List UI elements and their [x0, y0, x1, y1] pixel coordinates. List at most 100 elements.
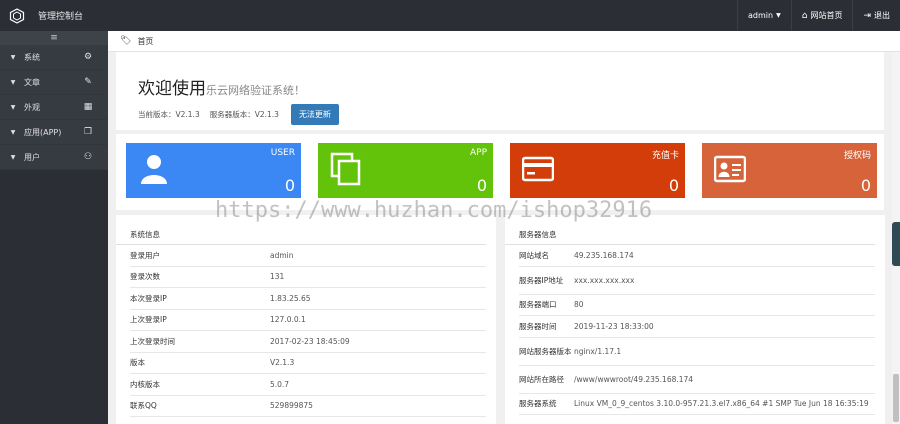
info-value: nginx/1.17.1: [574, 346, 622, 356]
edit-icon: ✎: [84, 77, 92, 87]
users-icon: ⚇: [83, 152, 93, 162]
sidebar-item-label: 文章: [24, 77, 40, 87]
info-key: 登录次数: [130, 272, 160, 282]
table-row: 登录用户 admin: [130, 245, 486, 267]
caret-down-icon: ▼: [10, 103, 16, 111]
info-value: xxx.xxx.xxx.xxx: [574, 275, 635, 285]
server-version: 服务器版本：V2.1.3: [209, 110, 279, 119]
info-value: 2017-02-23 18:45:09: [270, 336, 350, 346]
info-key: 网站域名: [519, 250, 549, 260]
sidebar: ≡ ▼ 系统 ⚙ ▼ 文章 ✎ ▼ 外观 ▦ ▼ 应用(APP) ❐ ▼ 用户 …: [0, 31, 108, 424]
credit-card-icon: [522, 156, 554, 182]
sidebar-item-appearance[interactable]: ▼ 外观 ▦: [0, 95, 108, 120]
info-key: 登录用户: [130, 250, 160, 260]
stat-card-value: 0: [284, 176, 295, 195]
table-row: 服务器端口 80: [519, 295, 875, 316]
info-key: 服务器IP地址: [519, 275, 564, 285]
caret-down-icon: ▼: [10, 153, 16, 161]
stat-card-recharge[interactable]: 充值卡 0: [510, 143, 685, 198]
caret-down-icon: ▼: [10, 128, 16, 136]
info-value: Linux VM_0_9_centos 3.10.0-957.21.3.el7.…: [574, 399, 869, 409]
info-value: 5.0.7: [270, 379, 290, 389]
user-menu[interactable]: admin ▼: [737, 0, 791, 31]
scrollbar-thumb[interactable]: [893, 374, 899, 422]
sidebar-item-label: 应用(APP): [24, 127, 62, 137]
page-title: 欢迎使用乐云网络验证系统！: [138, 74, 305, 99]
current-version: 当前版本：V2.1.3: [138, 110, 200, 119]
info-value: 127.0.0.1: [270, 315, 306, 325]
logout-icon: ⇥: [863, 10, 871, 21]
info-value: 529899875: [270, 401, 313, 411]
table-row: 网站所在路径/www/wwwroot/49.235.168.174: [519, 366, 875, 394]
main-content: 欢迎使用乐云网络验证系统！ 当前版本：V2.1.3 服务器版本：V2.1.3 无…: [108, 52, 892, 424]
stat-card-name: USER: [270, 148, 295, 158]
logout-link[interactable]: ⇥ 退出: [852, 0, 900, 31]
welcome-subtitle: 乐云网络验证系统！: [206, 84, 305, 97]
info-key: 联系QQ: [130, 401, 157, 411]
table-row: 版本 V2.1.3: [130, 353, 486, 374]
info-key: 内核版本: [130, 379, 160, 389]
caret-down-icon: ▼: [10, 53, 16, 61]
info-key: 服务器端口: [519, 300, 557, 310]
stat-card-value: 0: [860, 176, 871, 195]
id-card-icon: [714, 155, 746, 183]
table-row: 服务器时间 2019-11-23 18:33:00: [519, 316, 875, 338]
stat-card-value: 0: [668, 176, 679, 195]
user-icon: [141, 155, 167, 184]
sidebar-item-label: 用户: [24, 152, 40, 162]
stat-card-value: 0: [476, 176, 487, 195]
stat-card-user[interactable]: USER 0: [126, 143, 301, 198]
sidebar-item-label: 系统: [24, 52, 40, 62]
welcome-panel: 欢迎使用乐云网络验证系统！ 当前版本：V2.1.3 服务器版本：V2.1.3 无…: [116, 52, 884, 130]
info-key: 网站服务器版本: [519, 346, 572, 356]
info-key: 版本: [130, 358, 145, 368]
breadcrumb-home[interactable]: 首页: [137, 36, 153, 47]
table-row: 内核版本 5.0.7: [130, 374, 486, 396]
table-row: 服务器系统 Linux VM_0_9_centos 3.10.0-957.21.3…: [519, 394, 875, 415]
server-info-panel: 服务器信息 网站域名 49.235.168.174 服务器IP地址 xxx.xxx.…: [505, 215, 885, 424]
update-button[interactable]: 无法更新: [290, 104, 339, 125]
tag-icon: 🏷: [120, 36, 132, 46]
info-key: 网站所在路径: [519, 374, 564, 384]
brand-title: 管理控制台: [38, 12, 84, 22]
system-info-panel: 系统信息 登录用户 admin 登录次数 131 本次登录IP 1.83.25.65 …: [116, 215, 496, 424]
copy-icon: [330, 152, 361, 186]
stat-card-authcode[interactable]: 授权码 0: [702, 143, 877, 198]
site-home-label: 网站首页: [810, 11, 843, 20]
user-menu-label: admin: [748, 11, 774, 20]
caret-down-icon: ▼: [10, 78, 16, 86]
table-row: 上次登录IP 127.0.0.1: [130, 310, 486, 331]
info-key: 服务器系统: [519, 399, 557, 409]
watermark: https://www.huzhan.com/ishop32916: [215, 198, 653, 223]
copy-icon: ❐: [83, 127, 93, 137]
info-value: 49.235.168.174: [574, 250, 634, 260]
version-line: 当前版本：V2.1.3 服务器版本：V2.1.3 无法更新: [138, 104, 339, 125]
table-row: 上次登录时间 2017-02-23 18:45:09: [130, 331, 486, 353]
sidebar-toggle[interactable]: ≡: [0, 31, 108, 45]
info-value: 2019-11-23 18:33:00: [574, 321, 654, 331]
info-value: 131: [270, 272, 285, 282]
gear-icon: ⚙: [83, 52, 93, 62]
sidebar-item-articles[interactable]: ▼ 文章 ✎: [0, 70, 108, 95]
logo-icon[interactable]: [4, 0, 30, 31]
sidebar-item-label: 外观: [24, 102, 40, 112]
welcome-title: 欢迎使用: [138, 79, 206, 99]
stat-card-app[interactable]: APP 0: [318, 143, 493, 198]
table-row: 服务器IP地址 xxx.xxx.xxx.xxx: [519, 267, 875, 295]
sidebar-item-system[interactable]: ▼ 系统 ⚙: [0, 45, 108, 70]
info-value: admin: [270, 250, 294, 260]
info-value: 1.83.25.65: [270, 293, 311, 303]
table-row: 联系QQ 529899875: [130, 396, 486, 417]
table-row: 网站服务器版本 nginx/1.17.1: [519, 338, 875, 366]
stat-card-name: APP: [469, 148, 487, 158]
sidebar-item-users[interactable]: ▼ 用户 ⚇: [0, 145, 108, 170]
side-toolbar[interactable]: [892, 222, 900, 266]
site-home-link[interactable]: ⌂ 网站首页: [790, 0, 853, 31]
sidebar-item-apps[interactable]: ▼ 应用(APP) ❐: [0, 120, 108, 145]
grid-icon: ▦: [83, 102, 93, 112]
breadcrumb: 🏷 首页: [108, 31, 900, 52]
info-key: 上次登录IP: [130, 315, 167, 325]
logout-label: 退出: [874, 11, 890, 20]
info-value: V2.1.3: [270, 358, 295, 368]
caret-down-icon: ▼: [776, 12, 781, 19]
